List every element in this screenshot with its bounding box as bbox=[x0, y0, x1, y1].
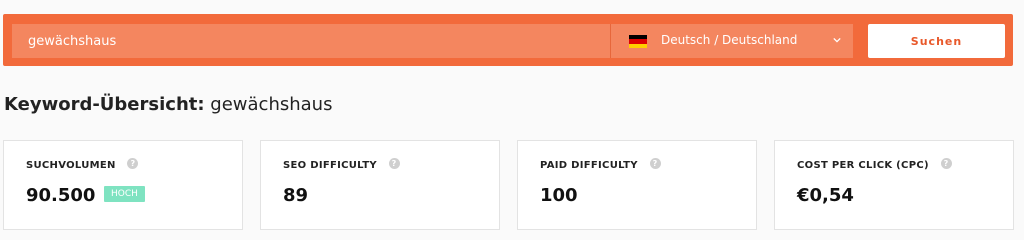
card-label: SEO DIFFICULTY ? bbox=[283, 158, 400, 171]
card-label: SUCHVOLUMEN ? bbox=[26, 158, 139, 171]
page-title-keyword: gewächshaus bbox=[210, 94, 333, 115]
card-label-text: PAID DIFFICULTY bbox=[540, 160, 638, 171]
card-label: PAID DIFFICULTY ? bbox=[540, 158, 661, 171]
card-value: 90.500 bbox=[26, 185, 96, 206]
card-label-text: SUCHVOLUMEN bbox=[26, 160, 116, 171]
question-icon[interactable]: ? bbox=[127, 158, 139, 169]
search-bar: Deutsch / Deutschland Suchen bbox=[3, 14, 1013, 66]
question-icon[interactable]: ? bbox=[388, 158, 400, 169]
card-cost-per-click: COST PER CLICK (CPC) ? €0,54 bbox=[774, 140, 1014, 230]
card-search-volume: SUCHVOLUMEN ? 90.500 HOCH bbox=[3, 140, 243, 230]
card-seo-difficulty: SEO DIFFICULTY ? 89 bbox=[260, 140, 500, 230]
keyword-input[interactable] bbox=[12, 24, 610, 58]
card-paid-difficulty: PAID DIFFICULTY ? 100 bbox=[517, 140, 757, 230]
locale-select[interactable]: Deutsch / Deutschland bbox=[610, 24, 853, 58]
card-label-text: SEO DIFFICULTY bbox=[283, 160, 377, 171]
volume-badge: HOCH bbox=[104, 186, 145, 202]
search-button[interactable]: Suchen bbox=[868, 24, 1005, 58]
page-title: Keyword-Übersicht: gewächshaus bbox=[4, 94, 332, 115]
card-value: €0,54 bbox=[797, 185, 854, 206]
card-value: 100 bbox=[540, 185, 578, 206]
card-label-text: COST PER CLICK (CPC) bbox=[797, 160, 929, 171]
question-icon[interactable]: ? bbox=[649, 158, 661, 169]
question-icon[interactable]: ? bbox=[940, 158, 952, 169]
metric-cards: SUCHVOLUMEN ? 90.500 HOCH SEO DIFFICULTY… bbox=[0, 140, 1024, 240]
germany-flag-icon bbox=[629, 35, 647, 48]
page-title-prefix: Keyword-Übersicht: bbox=[4, 94, 205, 115]
card-label: COST PER CLICK (CPC) ? bbox=[797, 158, 952, 171]
chevron-down-icon bbox=[833, 37, 841, 43]
card-value: 89 bbox=[283, 185, 309, 206]
locale-label: Deutsch / Deutschland bbox=[661, 33, 798, 47]
